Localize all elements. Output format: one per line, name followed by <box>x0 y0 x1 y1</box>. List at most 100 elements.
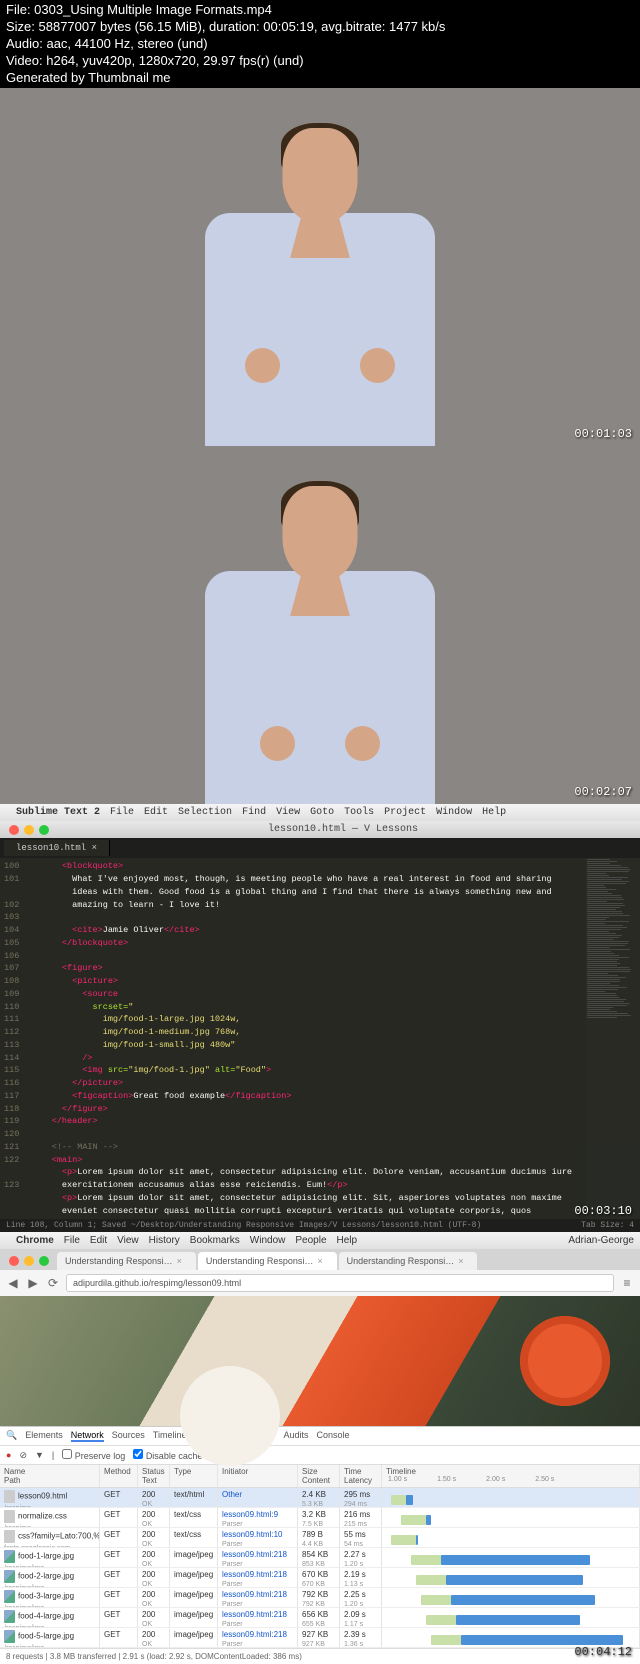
reload-icon[interactable]: ⟳ <box>46 1276 60 1290</box>
tab-close-icon[interactable]: × <box>317 1256 322 1266</box>
dt-tab-audits[interactable]: Audits <box>284 1430 309 1442</box>
user-label[interactable]: Adrian-George <box>568 1235 634 1246</box>
dt-tab-timeline[interactable]: Timeline <box>153 1430 187 1442</box>
back-icon[interactable]: ◀ <box>6 1276 20 1290</box>
thumbnail-frame-1: 00:01:03 <box>0 88 640 446</box>
editor-status-bar: Line 108, Column 1; Saved ~/Desktop/Unde… <box>0 1219 640 1232</box>
devtools-panel[interactable]: 🔍 Elements Network Sources Timeline Prof… <box>0 1426 640 1664</box>
maximize-icon[interactable] <box>39 1256 49 1266</box>
browser-tab[interactable]: Understanding Responsi…× <box>57 1252 196 1270</box>
editor-menubar[interactable]: Sublime Text 2 File Edit Selection Find … <box>0 804 640 821</box>
code-area[interactable]: 100101 102103104105106107108109110111112… <box>0 858 640 1219</box>
file-icon <box>4 1530 15 1543</box>
file-icon <box>4 1490 15 1503</box>
network-row[interactable]: food-1-large.jpg/respimg/img GET 200OK i… <box>0 1548 640 1568</box>
filter-icon[interactable]: ▼ <box>35 1450 44 1460</box>
page-viewport[interactable] <box>0 1296 640 1426</box>
network-row[interactable]: css?family=Lato:700,%20Merriweath...font… <box>0 1528 640 1548</box>
network-row[interactable]: food-3-large.jpg/respimg/img GET 200OK i… <box>0 1588 640 1608</box>
status-right: Tab Size: 4 <box>581 1221 634 1230</box>
size-line: Size: 58877007 bytes (56.15 MiB), durati… <box>6 19 634 36</box>
menu-view[interactable]: View <box>117 1235 139 1246</box>
network-table[interactable]: NamePath Method StatusText Type Initiato… <box>0 1465 640 1648</box>
network-row[interactable]: food-4-large.jpg/respimg/img GET 200OK i… <box>0 1608 640 1628</box>
menu-file[interactable]: File <box>64 1235 80 1246</box>
editor-tab[interactable]: lesson10.html × <box>4 840 110 856</box>
network-summary: 8 requests | 3.8 MB transferred | 2.91 s… <box>0 1648 640 1664</box>
devtools-tabs[interactable]: 🔍 Elements Network Sources Timeline Prof… <box>0 1427 640 1446</box>
file-icon <box>4 1510 15 1523</box>
app-name[interactable]: Sublime Text 2 <box>16 807 100 818</box>
close-icon[interactable] <box>9 825 19 835</box>
address-bar: ◀ ▶ ⟳ adipurdila.github.io/respimg/lesso… <box>0 1270 640 1296</box>
dt-tab-console[interactable]: Console <box>317 1430 350 1442</box>
search-icon[interactable]: 🔍 <box>6 1430 17 1442</box>
minimize-icon[interactable] <box>24 825 34 835</box>
minimize-icon[interactable] <box>24 1256 34 1266</box>
menu-people[interactable]: People <box>295 1235 326 1246</box>
forward-icon[interactable]: ▶ <box>26 1276 40 1290</box>
menu-bookmarks[interactable]: Bookmarks <box>190 1235 240 1246</box>
network-row[interactable]: normalize.css/respimg GET 200OK text/css… <box>0 1508 640 1528</box>
browser-tab[interactable]: Understanding Responsi…× <box>339 1252 478 1270</box>
window-title: lesson10.html — V Lessons <box>49 824 637 835</box>
file-icon <box>4 1570 15 1583</box>
browser-menubar[interactable]: Chrome File Edit View History Bookmarks … <box>0 1232 640 1249</box>
menu-file[interactable]: File <box>110 807 134 818</box>
menu-window[interactable]: Window <box>436 807 472 818</box>
clear-icon[interactable]: ⊘ <box>19 1450 27 1461</box>
devtools-toolbar: ● ⊘ ▼ | Preserve log Disable cache <box>0 1446 640 1465</box>
menu-edit[interactable]: Edit <box>90 1235 107 1246</box>
menu-goto[interactable]: Goto <box>310 807 334 818</box>
thumbnail-frame-2: 00:02:07 <box>0 446 640 804</box>
dt-tab-network[interactable]: Network <box>71 1430 104 1442</box>
file-icon <box>4 1610 15 1623</box>
url-input[interactable]: adipurdila.github.io/respimg/lesson09.ht… <box>66 1274 614 1292</box>
menu-icon[interactable]: ≡ <box>620 1276 634 1290</box>
timestamp: 00:01:03 <box>574 427 632 441</box>
network-table-header[interactable]: NamePath Method StatusText Type Initiato… <box>0 1465 640 1488</box>
menu-tools[interactable]: Tools <box>344 807 374 818</box>
file-info-header: File: 0303_Using Multiple Image Formats.… <box>0 0 640 88</box>
timestamp: 00:04:12 <box>574 1645 632 1659</box>
menu-project[interactable]: Project <box>384 807 426 818</box>
preserve-log-checkbox[interactable]: Preserve log <box>62 1449 125 1461</box>
tab-close-icon[interactable]: × <box>92 843 97 853</box>
file-icon <box>4 1550 15 1563</box>
video-line: Video: h264, yuv420p, 1280x720, 29.97 fp… <box>6 53 634 70</box>
editor-tab-bar[interactable]: lesson10.html × <box>0 838 640 858</box>
generator-line: Generated by Thumbnail me <box>6 70 634 87</box>
menu-help[interactable]: Help <box>337 1235 358 1246</box>
code-content[interactable]: <blockquote> What I've enjoyed most, tho… <box>27 858 640 1219</box>
presenter <box>180 118 460 446</box>
menu-view[interactable]: View <box>276 807 300 818</box>
menu-help[interactable]: Help <box>482 807 506 818</box>
line-gutter: 100101 102103104105106107108109110111112… <box>0 858 27 1219</box>
record-icon[interactable]: ● <box>6 1450 11 1460</box>
menu-find[interactable]: Find <box>242 807 266 818</box>
maximize-icon[interactable] <box>39 825 49 835</box>
tab-close-icon[interactable]: × <box>177 1256 182 1266</box>
close-icon[interactable] <box>9 1256 19 1266</box>
presenter <box>180 476 460 804</box>
food-image <box>520 1316 610 1406</box>
browser-tab[interactable]: Understanding Responsi…× <box>198 1252 337 1270</box>
food-image <box>180 1366 280 1466</box>
browser-tab-strip[interactable]: Understanding Responsi…× Understanding R… <box>0 1249 640 1270</box>
menu-selection[interactable]: Selection <box>178 807 232 818</box>
menu-window[interactable]: Window <box>250 1235 286 1246</box>
menu-history[interactable]: History <box>149 1235 180 1246</box>
disable-cache-checkbox[interactable]: Disable cache <box>133 1449 202 1461</box>
network-row[interactable]: food-2-large.jpg/respimg/img GET 200OK i… <box>0 1568 640 1588</box>
dt-tab-elements[interactable]: Elements <box>25 1430 63 1442</box>
code-editor-frame: Sublime Text 2 File Edit Selection Find … <box>0 804 640 1232</box>
timestamp: 00:03:10 <box>574 1204 632 1218</box>
minimap[interactable] <box>585 858 640 1219</box>
menu-edit[interactable]: Edit <box>144 807 168 818</box>
file-line: File: 0303_Using Multiple Image Formats.… <box>6 2 634 19</box>
tab-close-icon[interactable]: × <box>458 1256 463 1266</box>
network-row[interactable]: food-5-large.jpg/respimg/img GET 200OK i… <box>0 1628 640 1648</box>
network-row[interactable]: lesson09.html/respimg GET 200OK text/htm… <box>0 1488 640 1508</box>
dt-tab-sources[interactable]: Sources <box>112 1430 145 1442</box>
app-name[interactable]: Chrome <box>16 1235 54 1246</box>
